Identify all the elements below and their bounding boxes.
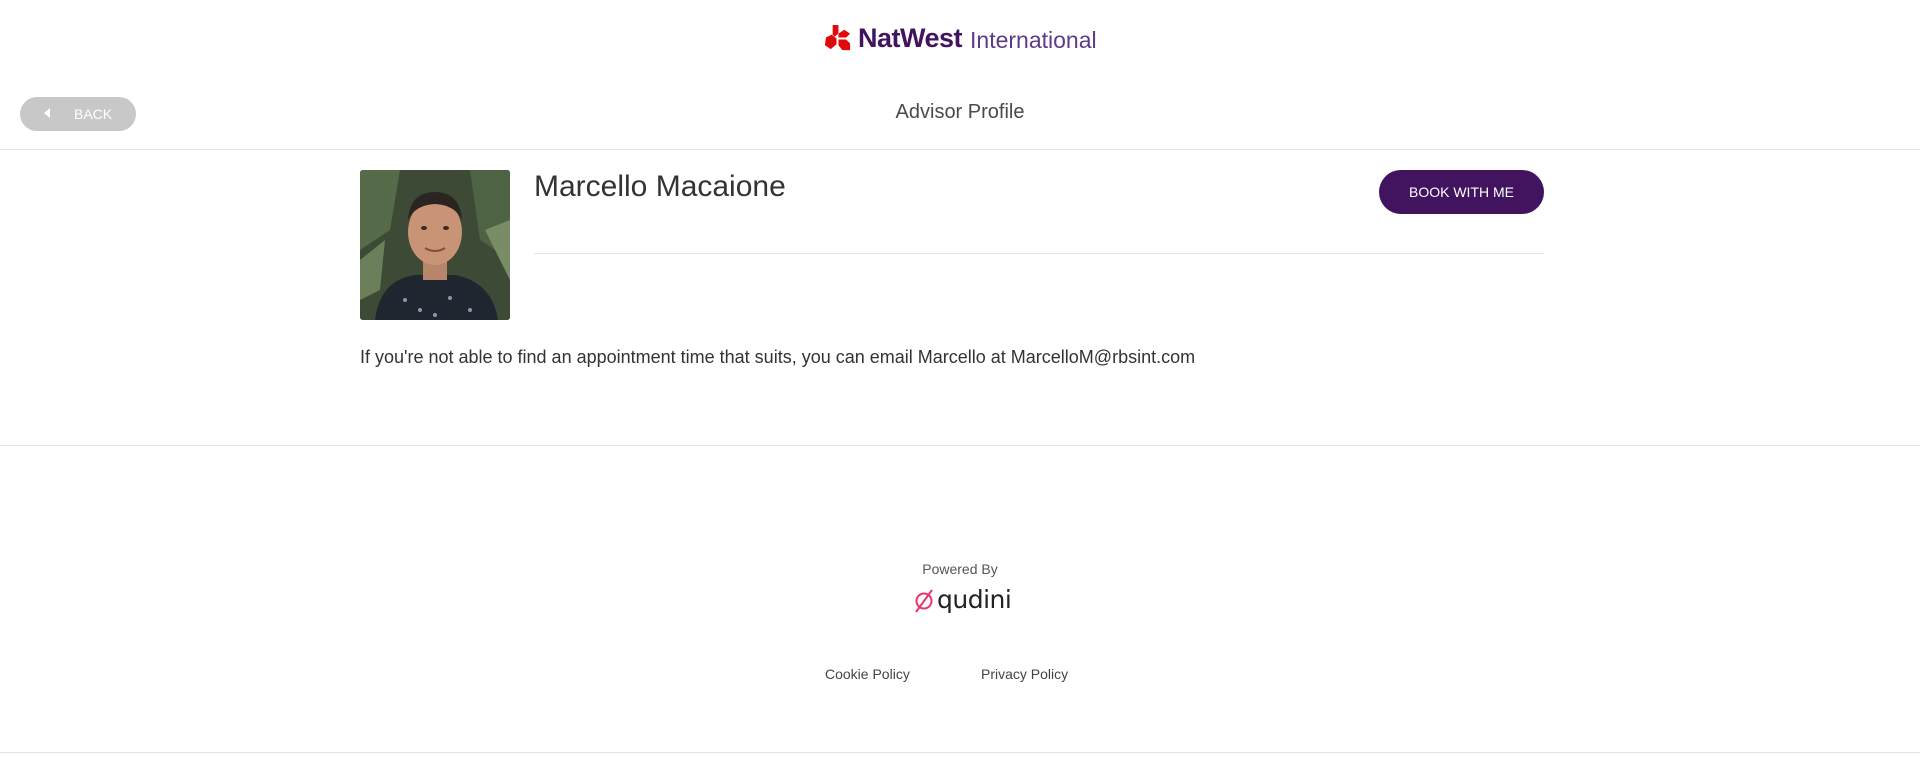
book-with-me-button[interactable]: BOOK WITH ME <box>1379 170 1544 214</box>
qudini-wordmark: qudini <box>937 585 1012 614</box>
contact-text: If you're not able to find an appointmen… <box>360 347 1196 367</box>
footer-divider <box>0 752 1920 753</box>
cookie-policy-link[interactable]: Cookie Policy <box>825 666 910 682</box>
brand-name: NatWest <box>858 22 963 53</box>
qudini-logo-icon <box>915 588 933 613</box>
content-divider <box>0 445 1920 446</box>
privacy-policy-link[interactable]: Privacy Policy <box>981 666 1068 682</box>
name-divider <box>534 253 1544 254</box>
page-title: Advisor Profile <box>895 101 1025 123</box>
natwest-chevrons-icon <box>824 24 851 50</box>
brand-subtitle: International <box>970 26 1097 53</box>
advisor-name: Marcello Macaione <box>534 170 786 203</box>
header-divider <box>0 149 1920 150</box>
advisor-photo <box>360 170 510 320</box>
page: NatWest International BACK Advisor Profi… <box>0 0 1920 758</box>
powered-by-label: Powered By <box>922 561 998 577</box>
natwest-logo[interactable]: NatWest International <box>823 22 1097 54</box>
avatar <box>360 170 510 320</box>
qudini-logo[interactable]: qudini <box>913 585 1012 614</box>
